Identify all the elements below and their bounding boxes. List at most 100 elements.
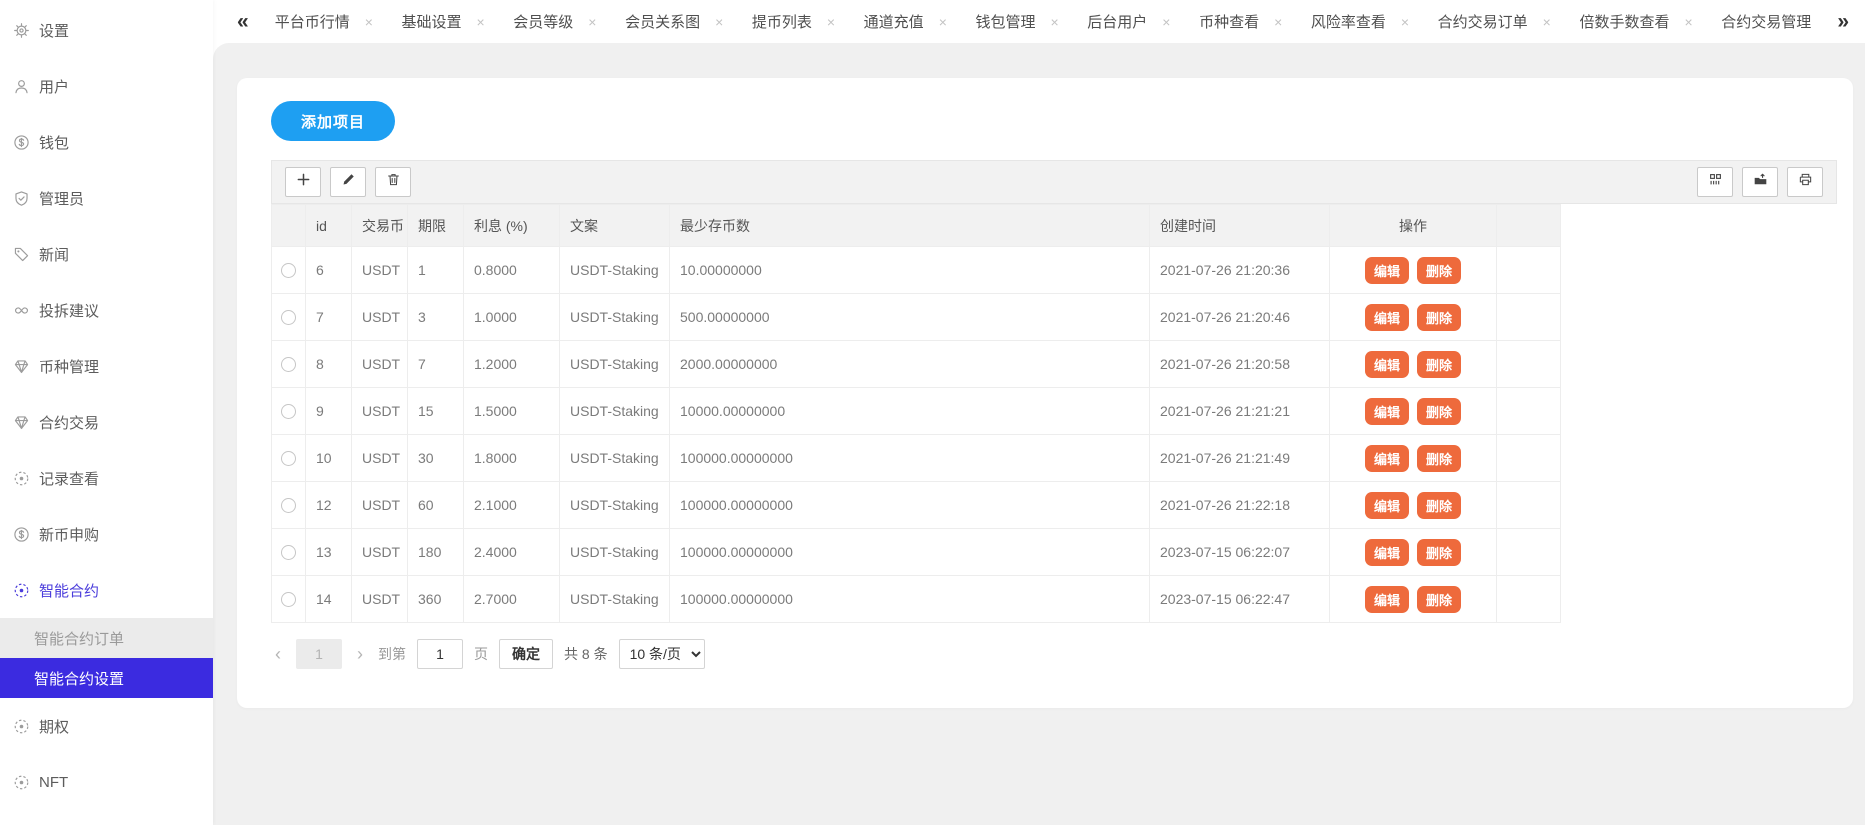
tab-wallet-management[interactable]: 钱包管理× [975, 11, 1058, 32]
row-select-radio[interactable] [281, 404, 296, 419]
tab-close-icon[interactable]: × [588, 15, 596, 29]
edit-button[interactable]: 编辑 [1365, 539, 1409, 566]
edit-button[interactable]: 编辑 [1365, 586, 1409, 613]
sidebar-item-coin-management[interactable]: 币种管理 [0, 338, 213, 394]
table-row: 7 USDT 3 1.0000 USDT-Staking 500.0000000… [272, 294, 1561, 341]
sidebar-item-users[interactable]: 用户 [0, 58, 213, 114]
sidebar-item-admin[interactable]: 管理员 [0, 170, 213, 226]
row-select-radio[interactable] [281, 592, 296, 607]
row-select-radio[interactable] [281, 310, 296, 325]
sidebar-item-options[interactable]: 期权 [0, 698, 213, 754]
next-page-icon[interactable]: › [353, 645, 367, 663]
confirm-page-button[interactable]: 确定 [499, 639, 553, 669]
tab-close-icon[interactable]: × [1684, 15, 1692, 29]
delete-button[interactable]: 删除 [1417, 304, 1461, 331]
tab-close-icon[interactable]: × [1543, 15, 1551, 29]
edit-button[interactable]: 编辑 [1365, 304, 1409, 331]
tab-contract-trade-management[interactable]: 合约交易管理 [1721, 11, 1811, 32]
export-icon-button[interactable] [1742, 167, 1778, 197]
sidebar-item-label: 合约交易 [39, 412, 99, 433]
edit-button[interactable]: 编辑 [1365, 398, 1409, 425]
sidebar-item-settings[interactable]: 设置 [0, 2, 213, 58]
edit-row-button[interactable] [330, 167, 366, 197]
delete-button[interactable]: 删除 [1417, 257, 1461, 284]
delete-button[interactable]: 删除 [1417, 586, 1461, 613]
cell-created-at: 2023-07-15 06:22:47 [1150, 576, 1330, 623]
edit-button[interactable]: 编辑 [1365, 257, 1409, 284]
cell-interest: 2.7000 [464, 576, 560, 623]
edit-button[interactable]: 编辑 [1365, 351, 1409, 378]
delete-button[interactable]: 删除 [1417, 492, 1461, 519]
tab-contract-trade-orders[interactable]: 合约交易订单× [1438, 11, 1551, 32]
delete-button[interactable]: 删除 [1417, 445, 1461, 472]
cell-interest: 2.1000 [464, 482, 560, 529]
row-select-radio[interactable] [281, 545, 296, 560]
sidebar-item-smart-contract[interactable]: 智能合约 [0, 562, 213, 618]
prev-page-icon[interactable]: ‹ [271, 645, 285, 663]
add-row-button[interactable] [285, 167, 321, 197]
header-actions: 操作 [1330, 205, 1497, 247]
sidebar-item-label: NFT [39, 774, 68, 791]
delete-button[interactable]: 删除 [1417, 539, 1461, 566]
tab-member-level[interactable]: 会员等级× [513, 11, 596, 32]
goto-page-input[interactable] [417, 639, 463, 669]
sidebar: 设置 用户 钱包 管理员 新闻 [0, 0, 213, 825]
print-icon-button[interactable] [1787, 167, 1823, 197]
sidebar-item-label: 管理员 [39, 188, 84, 209]
sidebar-item-nft[interactable]: NFT [0, 754, 213, 810]
tab-close-icon[interactable]: × [477, 15, 485, 29]
tab-channel-deposit[interactable]: 通道充值× [864, 11, 947, 32]
delete-row-button[interactable] [375, 167, 411, 197]
tab-withdrawal-list[interactable]: 提币列表× [752, 11, 835, 32]
app-window: 设置 用户 钱包 管理员 新闻 [0, 0, 1865, 825]
delete-button[interactable]: 删除 [1417, 398, 1461, 425]
tab-close-icon[interactable]: × [939, 15, 947, 29]
edit-button[interactable]: 编辑 [1365, 492, 1409, 519]
sidebar-item-feedback[interactable]: 投拆建议 [0, 282, 213, 338]
tab-backend-users[interactable]: 后台用户× [1087, 11, 1170, 32]
tab-basic-settings[interactable]: 基础设置× [401, 11, 484, 32]
collapse-tabs-right-icon[interactable]: » [1837, 11, 1849, 32]
row-select-radio[interactable] [281, 357, 296, 372]
cell-min-deposit: 100000.00000000 [670, 529, 1150, 576]
tab-close-icon[interactable]: × [1274, 15, 1282, 29]
page-size-select[interactable]: 10 条/页 [619, 639, 705, 669]
tab-close-icon[interactable]: × [1401, 15, 1409, 29]
toggle-columns-button[interactable] [1697, 167, 1733, 197]
sidebar-subitem-smart-contract-settings[interactable]: 智能合约设置 [0, 658, 213, 698]
header-select [272, 205, 306, 247]
dollar-circle-icon [13, 526, 30, 543]
tab-close-icon[interactable]: × [715, 15, 723, 29]
tab-platform-coin-market[interactable]: 平台币行情× [275, 11, 373, 32]
row-select-radio[interactable] [281, 451, 296, 466]
collapse-tabs-left-icon[interactable]: « [237, 11, 249, 32]
delete-button[interactable]: 删除 [1417, 351, 1461, 378]
add-item-button[interactable]: 添加项目 [271, 101, 395, 141]
sidebar-subitem-smart-contract-orders[interactable]: 智能合约订单 [0, 618, 213, 658]
sidebar-item-label: 投拆建议 [39, 300, 99, 321]
tab-close-icon[interactable]: × [1050, 15, 1058, 29]
dashed-circle-icon [13, 774, 30, 791]
tab-close-icon[interactable]: × [1162, 15, 1170, 29]
total-count-label: 共 8 条 [564, 644, 608, 664]
tab-coin-view[interactable]: 币种查看× [1199, 11, 1282, 32]
row-select-radio[interactable] [281, 263, 296, 278]
tab-member-relation-graph[interactable]: 会员关系图× [625, 11, 723, 32]
tab-risk-rate-view[interactable]: 风险率查看× [1311, 11, 1409, 32]
toolbar-left-group [285, 167, 411, 197]
cell-coin: USDT [352, 576, 408, 623]
row-select-radio[interactable] [281, 498, 296, 513]
plus-icon [296, 172, 311, 192]
current-page-indicator[interactable]: 1 [296, 639, 342, 669]
cell-id: 14 [306, 576, 352, 623]
sidebar-item-wallet[interactable]: 钱包 [0, 114, 213, 170]
sidebar-item-news[interactable]: 新闻 [0, 226, 213, 282]
tab-multiplier-lots-view[interactable]: 倍数手数查看× [1579, 11, 1692, 32]
sidebar-item-new-coin-subscription[interactable]: 新币申购 [0, 506, 213, 562]
cell-term: 3 [408, 294, 464, 341]
sidebar-item-contract-trading[interactable]: 合约交易 [0, 394, 213, 450]
edit-button[interactable]: 编辑 [1365, 445, 1409, 472]
tab-close-icon[interactable]: × [365, 15, 373, 29]
sidebar-item-record-view[interactable]: 记录查看 [0, 450, 213, 506]
tab-close-icon[interactable]: × [827, 15, 835, 29]
